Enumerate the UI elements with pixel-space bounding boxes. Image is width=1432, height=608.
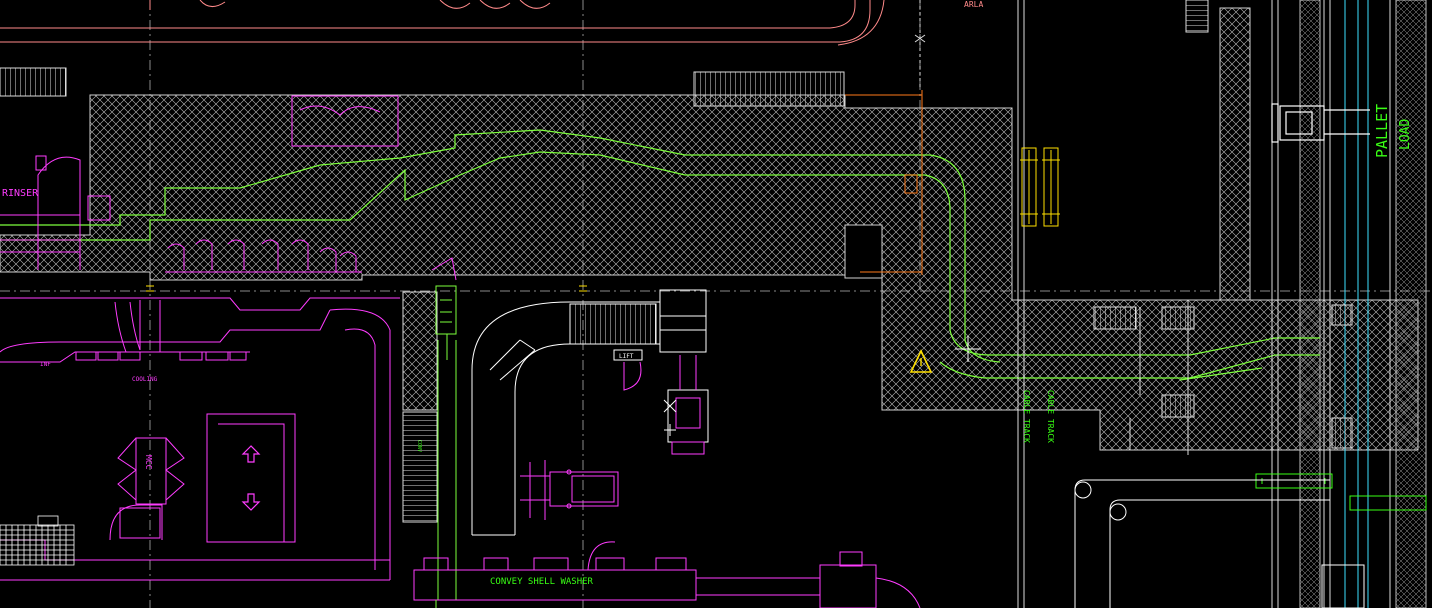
stairs-top-left (0, 67, 67, 97)
hatched-column-far-right (1395, 0, 1427, 608)
lift-label: LIFT (619, 353, 634, 360)
curved-conveyor (471, 289, 707, 536)
white-rounded-frame (1074, 479, 1365, 608)
inf-label: INF (40, 361, 51, 368)
stair-block-3 (1161, 394, 1195, 418)
mcc-label: MCC (144, 455, 153, 470)
stair-block-5 (1331, 417, 1353, 449)
cable-track-label-1: CABLE TRACK (1022, 390, 1031, 443)
stairs-top-right (1185, 0, 1209, 33)
shell-washer-conveyor (413, 541, 921, 608)
grid-ticks (146, 285, 587, 292)
forklift-2 (520, 460, 619, 520)
lift-cabin (206, 413, 296, 543)
forklift-icon-top-right (1271, 103, 1370, 143)
stairs-center-column (402, 291, 438, 411)
cad-drawing-canvas[interactable]: PALLET LOAD CABLE TRACK CABLE TRACK RINS… (0, 0, 1432, 608)
stair-block-1 (1093, 306, 1137, 330)
pallet-label: PALLET (1373, 104, 1391, 158)
white-dim-marks (914, 0, 926, 90)
hatched-column (1219, 7, 1251, 301)
cooling-label: COOLING (132, 376, 158, 383)
forklift-1 (663, 355, 709, 455)
arrow-down-icon (241, 493, 261, 511)
cable-track-carriers (1020, 147, 1060, 227)
corridor-cutout (844, 224, 883, 279)
small-conv-label: CONV (416, 440, 422, 452)
lift-door-arc (623, 361, 642, 391)
hatched-column-right (1299, 0, 1321, 608)
mcc-panel (117, 437, 185, 505)
stairs-center-lower (402, 411, 438, 523)
top-equipment-outline (0, 0, 885, 46)
cable-track-label-2: CABLE TRACK (1046, 390, 1055, 443)
shell-washer-label: CONVEY SHELL WASHER (490, 577, 594, 587)
green-vertical-conveyor (435, 285, 457, 600)
arla-label: ARLA (964, 0, 983, 9)
stair-block-4 (1331, 304, 1353, 326)
arrow-up-icon (241, 445, 261, 463)
stair-block-2 (1161, 306, 1195, 330)
rinser-label: RINSER (2, 188, 39, 199)
load-label: LOAD (1398, 119, 1413, 150)
